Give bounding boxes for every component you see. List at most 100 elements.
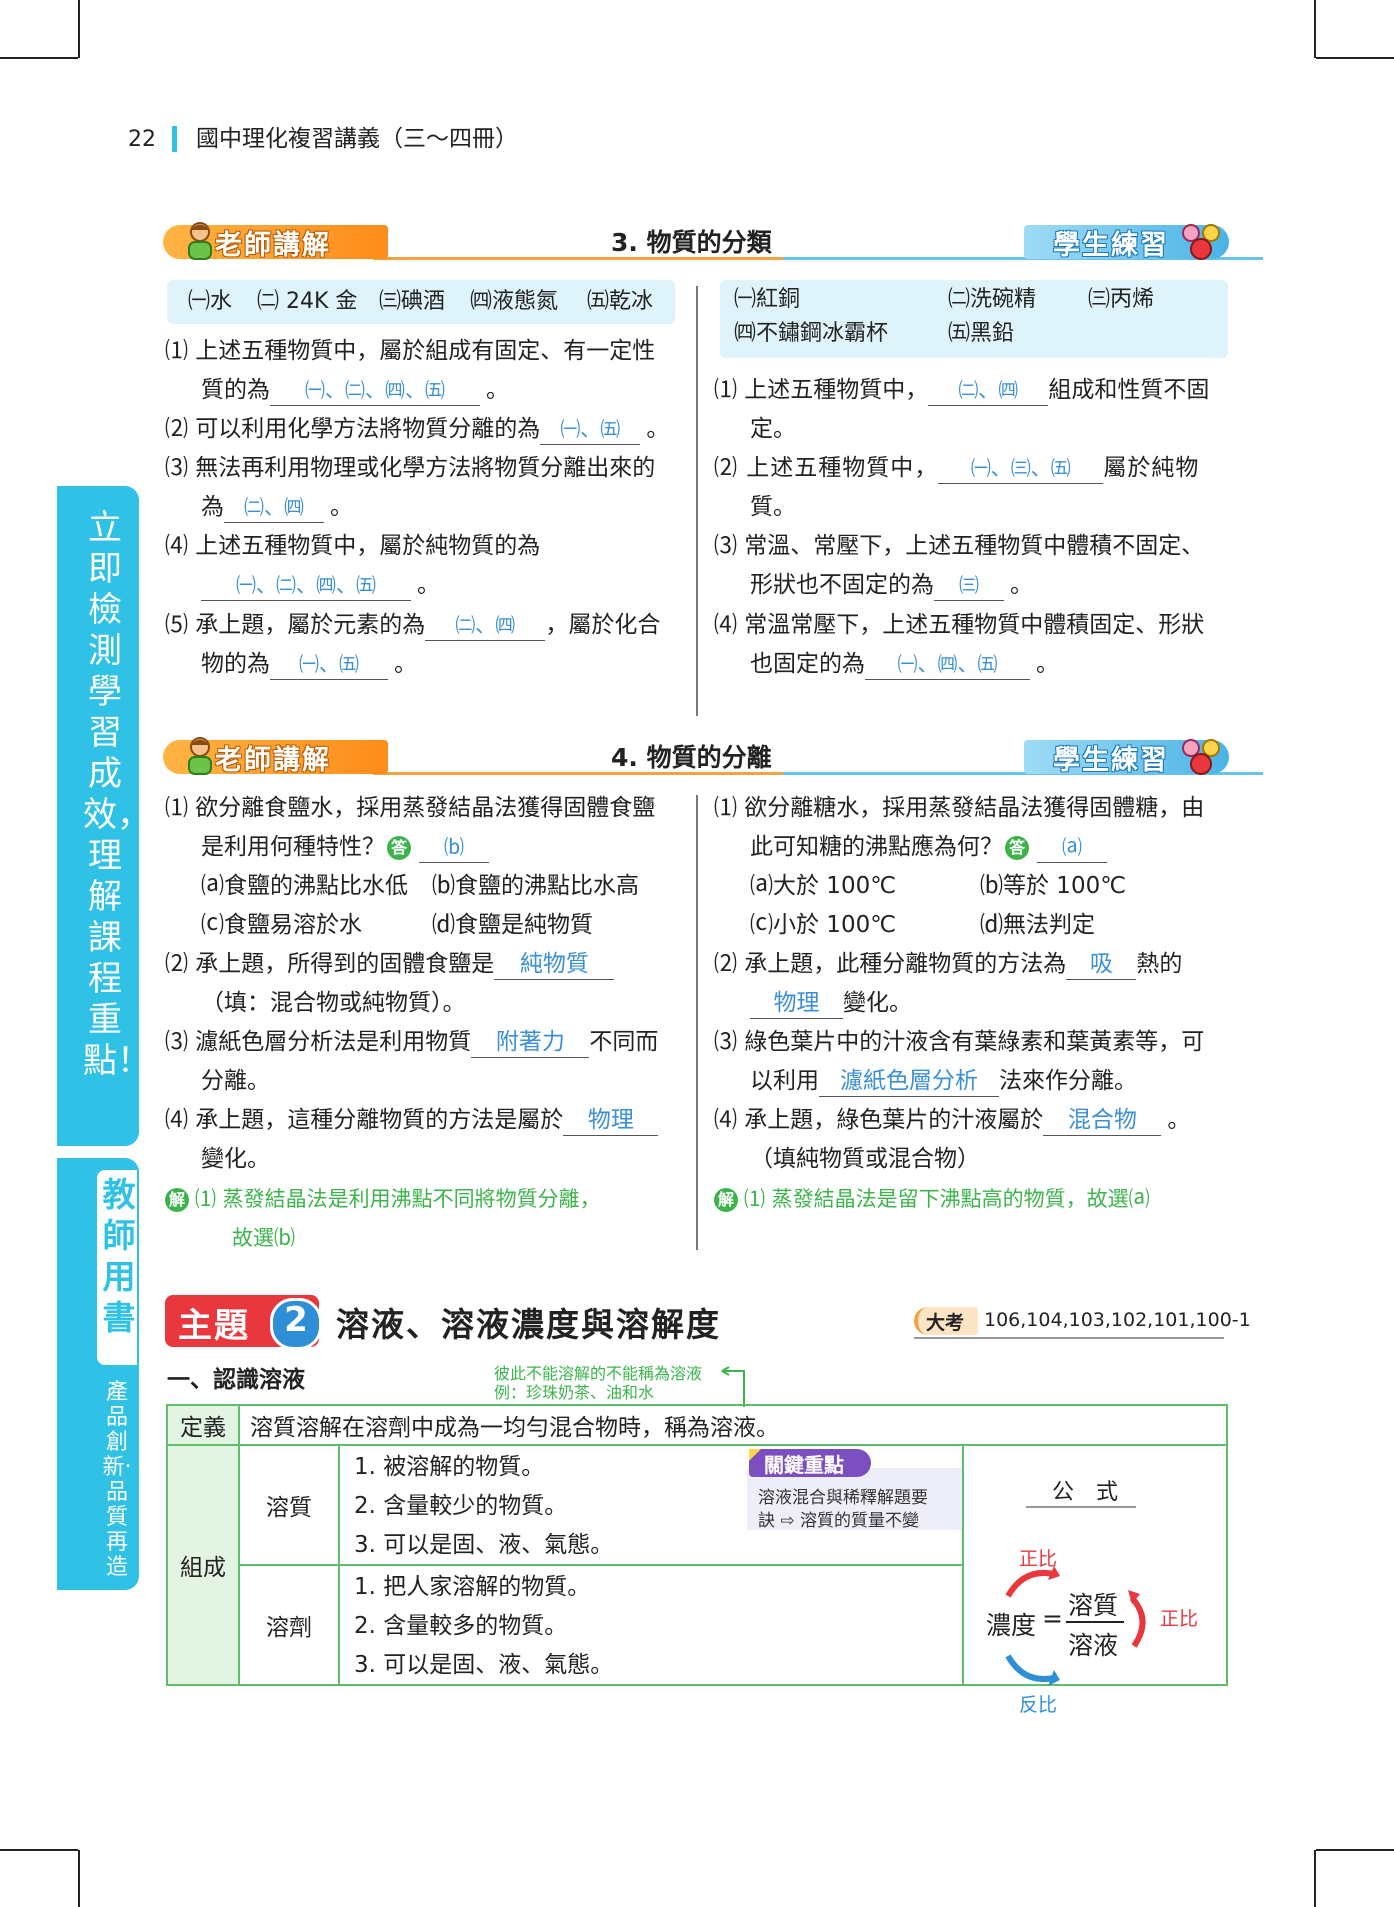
s4-left-q1-opt-c: ⒞食鹽易溶於水: [201, 912, 362, 938]
prop-bottom-label: 反比: [1019, 1694, 1058, 1716]
section3-title: 3. 物質的分類: [611, 228, 772, 257]
crop-mark-bottom-left-h: [0, 1849, 78, 1851]
s4-left-q4-line2: 變化。: [201, 1146, 270, 1172]
s3-left-q5-line1: ⑸ 承上題，屬於元素的為 ㈡、㈣ ，屬於化合: [165, 606, 660, 645]
crop-mark-top-left-v: [78, 0, 80, 58]
crop-mark-bottom-right-v: [1314, 1850, 1316, 1907]
section3-banner: 老師講解 3. 物質的分類 學生練習: [163, 221, 1263, 265]
section3-column-divider: [696, 286, 698, 716]
exam-underline: [914, 1337, 1224, 1339]
s3-right-q4-line2: 也固定的為 ㈠、㈣、㈤。: [750, 645, 1059, 684]
topic2-label: 主題: [178, 1306, 250, 1346]
solute-item-2: 2. 含量較少的物質。: [354, 1493, 568, 1519]
s3-left-q1-line2: 質的為 ㈠、㈡、㈣、㈤。: [201, 371, 509, 410]
exam-years: 106,104,103,102,101,100-1: [984, 1309, 1251, 1331]
key-point-text-2: 訣 ⇨ 溶質的質量不變: [758, 1511, 920, 1531]
table-row-definition: 定義 溶質溶解在溶劑中成為一均勻混合物時，稱為溶液。: [166, 1404, 1228, 1446]
s3-right-q1-answer: ㈡、㈣: [928, 375, 1049, 406]
s3-right-q3-line2: 形狀也不固定的為㈢。: [750, 566, 1033, 605]
arrow-right-icon: [1126, 1590, 1156, 1654]
s3-right-q2-line1: ⑵ 上述五種物質中， ㈠、㈢、㈤ 屬於純物: [714, 449, 1199, 488]
s4-right-q1-answer: ⒜: [1037, 832, 1107, 863]
s3-right-q3-line1: ⑶ 常溫、常壓下，上述五種物質中體積不固定、: [714, 533, 1205, 559]
s3-left-q3-line1: ⑶ 無法再利用物理或化學方法將物質分離出來的: [165, 455, 656, 481]
solvent-label: 溶劑: [238, 1564, 340, 1686]
s4-right-q2-line2: 物理 變化。: [750, 984, 912, 1023]
s4-left-q1-opt-b: ⒝食鹽的沸點比水高: [432, 873, 639, 899]
formula-label-underline: [1026, 1506, 1136, 1508]
solution-table: 定義 溶質溶解在溶劑中成為一均勻混合物時，稱為溶液。 組成 溶質 1. 被溶解的…: [166, 1404, 1228, 1716]
s4-left-q1-line1: ⑴ 欲分離食鹽水，採用蒸發結晶法獲得固體食鹽: [165, 795, 656, 821]
crop-mark-top-right-h: [1316, 57, 1394, 59]
answer-mark-icon: 答: [387, 835, 411, 860]
s4-left-q1-line2: 是利用何種特性？答 ⒝: [201, 828, 489, 867]
crop-mark-bottom-left-v: [78, 1850, 80, 1907]
section4-title: 4. 物質的分離: [611, 743, 772, 772]
note-line2: 例：珍珠奶茶、油和水: [494, 1383, 655, 1402]
book-title: 國中理化複習講義（三～四冊）: [196, 126, 518, 152]
s4-left-q4-answer: 物理: [563, 1105, 659, 1136]
solute-cell: 1. 被溶解的物質。 2. 含量較少的物質。 3. 可以是固、液、氣態。 關鍵重…: [338, 1444, 964, 1566]
student-label: 學生練習: [1053, 745, 1169, 776]
s4-left-explain-line1: 解⑴ 蒸發結晶法是利用沸點不同將物質分離，: [165, 1180, 601, 1219]
teacher-label: 老師講解: [215, 230, 331, 261]
s4-left-q2-line1: ⑵ 承上題，所得到的固體食鹽是 純物質: [165, 945, 615, 984]
sidebar-main-text: 立即檢測學習成效，理解課程重點！: [83, 508, 151, 1081]
s4-right-q1-opt-d: ⒟無法判定: [980, 912, 1095, 938]
s3-left-item-2: ㈡ 24K 金: [257, 289, 358, 314]
s3-right-q2-line2: 質。: [750, 494, 796, 520]
s3-left-q5-answer2: ㈠、㈤: [270, 649, 388, 680]
formula-denominator: 溶液: [1068, 1631, 1119, 1660]
s4-right-q1-line1: ⑴ 欲分離糖水，採用蒸發結晶法獲得固體糖，由: [714, 795, 1205, 821]
formula-numerator: 溶質: [1068, 1591, 1119, 1620]
crop-mark-top-right-v: [1314, 0, 1316, 58]
s3-right-item-4: ㈣不鏽鋼冰霸杯: [734, 321, 889, 346]
s3-right-q1-line2: 定。: [750, 416, 796, 442]
s3-left-q3-line2: 為㈡、㈣。: [201, 488, 353, 527]
s4-left-q3-line2: 分離。: [201, 1068, 270, 1094]
formula-cell: 公 式 正比 濃度 = 溶質 溶液 正比 反比: [962, 1444, 1228, 1716]
sidebar-teacher-book: 教師用書: [102, 1175, 136, 1337]
topic2-number: 2: [284, 1300, 308, 1340]
key-point-text-1: 溶液混合與稀釋解題要: [758, 1488, 928, 1508]
explain-mark-icon: 解: [714, 1188, 738, 1212]
formula-fraction-bar: [1066, 1621, 1124, 1623]
s3-left-q3-answer: ㈡、㈣: [224, 492, 324, 523]
solute-label: 溶質: [238, 1444, 340, 1566]
answer-mark-icon: 答: [1005, 835, 1029, 860]
s3-right-item-3: ㈢丙烯: [1088, 287, 1155, 312]
solute-item-3: 3. 可以是固、液、氣態。: [354, 1532, 614, 1558]
solvent-item-3: 3. 可以是固、液、氣態。: [354, 1652, 614, 1678]
s4-right-q4-line2: （填純物質或混合物）: [750, 1146, 980, 1172]
s3-right-item-5: ㈤黑鉛: [948, 321, 1015, 346]
teacher-label: 老師講解: [215, 745, 331, 776]
teacher-avatar-icon: [185, 221, 215, 261]
s4-left-q1-opt-d: ⒟食鹽是純物質: [432, 912, 593, 938]
s3-left-item-1: ㈠水: [188, 289, 233, 314]
s4-left-q3-answer: 附著力: [471, 1027, 590, 1058]
s3-left-item-4: ㈣液態氮: [470, 289, 559, 314]
subheading-recognize-solution: 一、認識溶液: [167, 1367, 305, 1393]
s3-right-q1-line1: ⑴ 上述五種物質中， ㈡、㈣ 組成和性質不固: [714, 371, 1209, 410]
s3-right-q4-answer: ㈠、㈣、㈤: [865, 649, 1030, 680]
s4-left-q1-answer: ⒝: [419, 832, 489, 863]
s3-left-q4-answer: ㈠、㈡、㈣、㈤: [201, 570, 411, 601]
crop-mark-bottom-right-h: [1316, 1849, 1394, 1851]
s4-right-q1-opt-a: ⒜大於 100℃: [750, 873, 897, 899]
s3-left-q2: ⑵ 可以利用化學方法將物質分離的為 ㈠、㈤。: [165, 410, 669, 449]
s4-right-q4-line1: ⑷ 承上題，綠色葉片的汁液屬於 混合物。: [714, 1101, 1190, 1140]
arrow-top-icon: [1002, 1564, 1062, 1600]
s4-right-explain: 解⑴ 蒸發結晶法是留下沸點高的物質，故選⒜: [714, 1180, 1150, 1219]
page-number: 22: [128, 127, 156, 152]
solute-item-1: 1. 被溶解的物質。: [354, 1454, 545, 1480]
s3-left-q4-line2: ㈠、㈡、㈣、㈤。: [201, 566, 440, 605]
teacher-avatar-icon: [185, 736, 215, 776]
student-label: 學生練習: [1053, 230, 1169, 261]
s3-left-q4-line1: ⑷ 上述五種物質中，屬於純物質的為: [165, 533, 541, 559]
s3-left-q1-answer: ㈠、㈡、㈣、㈤: [270, 375, 480, 406]
student-group-icon: [1177, 736, 1227, 778]
prop-right-label: 正比: [1160, 1608, 1199, 1630]
s4-left-q2-line2: （填：混合物或純物質）。: [201, 990, 466, 1016]
key-point-label: 關鍵重點: [764, 1453, 844, 1477]
s4-right-q2-answer2: 物理: [750, 988, 843, 1019]
